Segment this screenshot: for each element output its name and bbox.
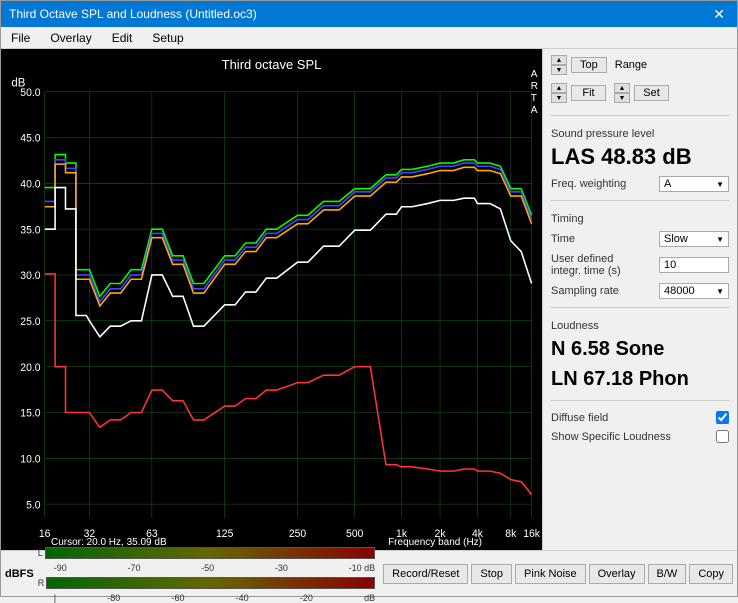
set-down-btn[interactable]: ▼ bbox=[614, 93, 630, 103]
time-label: Time bbox=[551, 233, 575, 245]
svg-text:40.0: 40.0 bbox=[20, 178, 40, 190]
meter-scale-bottom: | -80 -60 -40 -20 dB bbox=[54, 593, 375, 603]
bottom-buttons: Record/Reset Stop Pink Noise Overlay B/W… bbox=[383, 564, 733, 584]
stop-button[interactable]: Stop bbox=[471, 564, 512, 584]
close-button[interactable]: ✕ bbox=[709, 6, 729, 23]
menu-setup[interactable]: Setup bbox=[146, 30, 189, 46]
show-specific-checkbox[interactable] bbox=[716, 430, 729, 443]
sampling-rate-arrow: ▼ bbox=[716, 287, 724, 296]
svg-text:10.0: 10.0 bbox=[20, 453, 40, 465]
spl-value: LAS 48.83 dB bbox=[551, 144, 729, 170]
bottom-bar: dBFS L -90 -70 -50 -30 -10 dB R bbox=[1, 550, 737, 596]
divider-2 bbox=[551, 200, 729, 201]
dbfs-label: dBFS bbox=[5, 568, 34, 580]
svg-text:25.0: 25.0 bbox=[20, 316, 40, 328]
diffuse-field-label: Diffuse field bbox=[551, 412, 608, 424]
svg-text:125: 125 bbox=[216, 528, 233, 540]
diffuse-field-checkbox[interactable] bbox=[716, 411, 729, 424]
set-group: ▲ ▼ Set bbox=[614, 83, 669, 103]
window-title: Third Octave SPL and Loudness (Untitled.… bbox=[9, 7, 257, 21]
pink-noise-button[interactable]: Pink Noise bbox=[515, 564, 586, 584]
freq-weighting-dropdown[interactable]: A ▼ bbox=[659, 176, 729, 192]
chart-title: Third octave SPL bbox=[1, 53, 542, 76]
freq-weighting-label: Freq. weighting bbox=[551, 178, 626, 190]
fit-down-btn[interactable]: ▼ bbox=[551, 93, 567, 103]
fit-group: ▲ ▼ Fit bbox=[551, 83, 606, 103]
fit-up-btn[interactable]: ▲ bbox=[551, 83, 567, 93]
main-window: Third Octave SPL and Loudness (Untitled.… bbox=[0, 0, 738, 597]
svg-text:30.0: 30.0 bbox=[20, 270, 40, 282]
user-defined-label: User definedintegr. time (s) bbox=[551, 253, 621, 277]
title-bar: Third Octave SPL and Loudness (Untitled.… bbox=[1, 1, 737, 27]
record-reset-button[interactable]: Record/Reset bbox=[383, 564, 468, 584]
r-channel-label: R bbox=[38, 578, 45, 588]
svg-text:5.0: 5.0 bbox=[26, 499, 41, 511]
top-spin: ▲ ▼ bbox=[551, 55, 567, 75]
time-dropdown[interactable]: Slow ▼ bbox=[659, 231, 729, 247]
right-panel: ▲ ▼ Top Range ▲ ▼ Fit bbox=[542, 49, 737, 550]
overlay-button[interactable]: Overlay bbox=[589, 564, 645, 584]
time-arrow: ▼ bbox=[716, 235, 724, 244]
level-meter-l-row: L bbox=[38, 545, 375, 561]
fit-button[interactable]: Fit bbox=[571, 85, 606, 101]
svg-text:15.0: 15.0 bbox=[20, 408, 40, 420]
svg-text:250: 250 bbox=[289, 528, 306, 540]
svg-text:500: 500 bbox=[346, 528, 363, 540]
arta-label: ARTA bbox=[531, 69, 538, 117]
diffuse-field-row: Diffuse field bbox=[551, 411, 729, 424]
time-row: Time Slow ▼ bbox=[551, 231, 729, 247]
menu-file[interactable]: File bbox=[5, 30, 36, 46]
freq-weighting-row: Freq. weighting A ▼ bbox=[551, 176, 729, 192]
top-fit-group: ▲ ▼ Top bbox=[551, 55, 607, 75]
meter-scale-top: -90 -70 -50 -30 -10 dB bbox=[54, 563, 375, 573]
freq-weighting-arrow: ▼ bbox=[716, 180, 724, 189]
svg-text:8k: 8k bbox=[505, 528, 517, 540]
divider-1 bbox=[551, 115, 729, 116]
user-defined-row: User definedintegr. time (s) bbox=[551, 253, 729, 277]
range-group: Range bbox=[615, 59, 647, 71]
loudness-ln-value: LN 67.18 Phon bbox=[551, 366, 729, 392]
menu-overlay[interactable]: Overlay bbox=[44, 30, 97, 46]
svg-text:dB: dB bbox=[11, 77, 25, 89]
svg-text:16: 16 bbox=[39, 528, 51, 540]
fit-set-controls: ▲ ▼ Fit ▲ ▼ Set bbox=[551, 83, 729, 103]
top-down-btn[interactable]: ▼ bbox=[551, 65, 567, 75]
set-button[interactable]: Set bbox=[634, 85, 669, 101]
sampling-rate-row: Sampling rate 48000 ▼ bbox=[551, 283, 729, 299]
level-meter-container: L -90 -70 -50 -30 -10 dB R bbox=[38, 545, 375, 603]
spl-section-label: Sound pressure level bbox=[551, 128, 729, 140]
loudness-section-label: Loudness bbox=[551, 320, 729, 332]
loudness-n-value: N 6.58 Sone bbox=[551, 336, 729, 362]
show-specific-label: Show Specific Loudness bbox=[551, 431, 671, 443]
show-specific-row: Show Specific Loudness bbox=[551, 430, 729, 443]
bw-button[interactable]: B/W bbox=[648, 564, 687, 584]
divider-4 bbox=[551, 400, 729, 401]
freq-band-label: Frequency band (Hz) bbox=[388, 537, 482, 548]
user-defined-input[interactable] bbox=[659, 257, 729, 273]
chart-svg: 50.0 45.0 40.0 35.0 30.0 25.0 20.0 15.0 … bbox=[1, 49, 542, 550]
range-label: Range bbox=[615, 59, 647, 71]
timing-section-label: Timing bbox=[551, 213, 729, 225]
sampling-rate-dropdown[interactable]: 48000 ▼ bbox=[659, 283, 729, 299]
set-spin: ▲ ▼ bbox=[614, 83, 630, 103]
menu-bar: File Overlay Edit Setup bbox=[1, 27, 737, 49]
level-meter-r-row: R bbox=[38, 575, 375, 591]
chart-area: Third octave SPL ARTA bbox=[1, 49, 542, 550]
top-controls: ▲ ▼ Top Range bbox=[551, 55, 729, 75]
main-content: Third octave SPL ARTA bbox=[1, 49, 737, 550]
svg-text:45.0: 45.0 bbox=[20, 133, 40, 145]
svg-text:16k: 16k bbox=[523, 528, 540, 540]
fit-spin: ▲ ▼ bbox=[551, 83, 567, 103]
svg-text:20.0: 20.0 bbox=[20, 362, 40, 374]
top-up-btn[interactable]: ▲ bbox=[551, 55, 567, 65]
sampling-rate-label: Sampling rate bbox=[551, 285, 619, 297]
svg-text:35.0: 35.0 bbox=[20, 224, 40, 236]
divider-3 bbox=[551, 307, 729, 308]
copy-button[interactable]: Copy bbox=[689, 564, 733, 584]
menu-edit[interactable]: Edit bbox=[106, 30, 139, 46]
top-button[interactable]: Top bbox=[571, 57, 607, 73]
set-up-btn[interactable]: ▲ bbox=[614, 83, 630, 93]
l-channel-label: L bbox=[38, 548, 43, 558]
